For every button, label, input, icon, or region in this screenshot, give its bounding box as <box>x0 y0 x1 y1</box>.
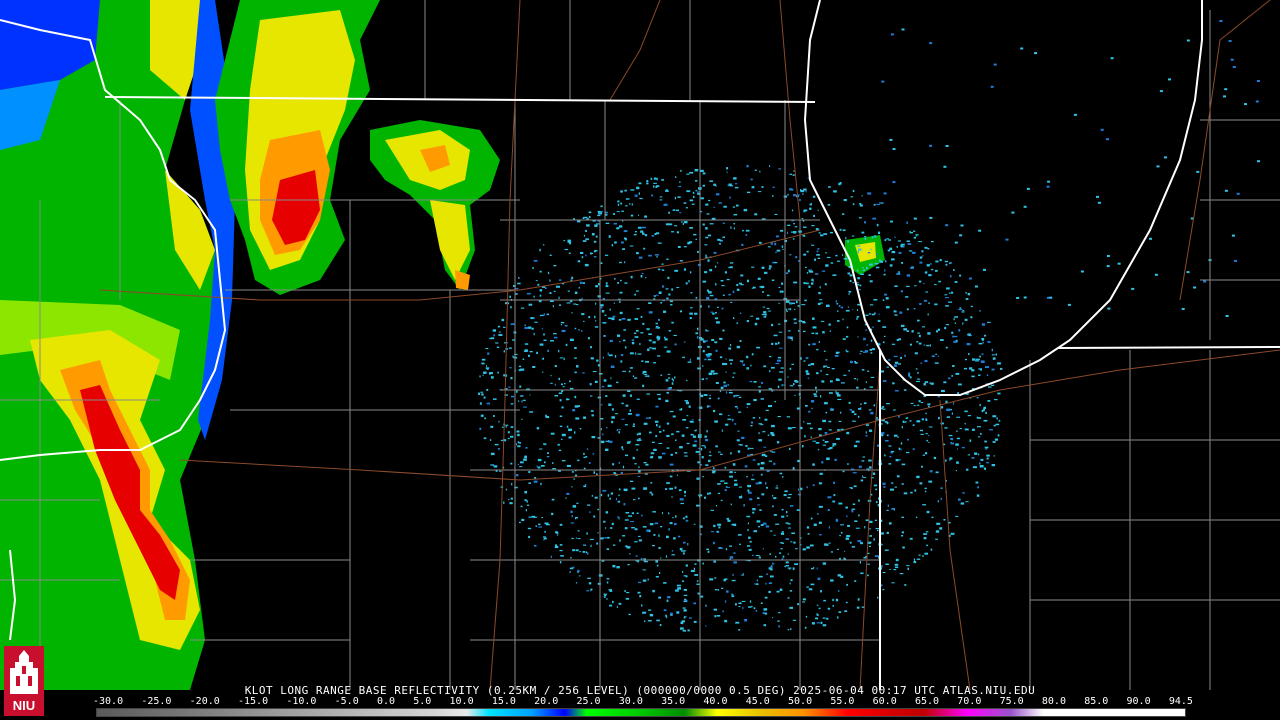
scale-label: 35.0 <box>661 696 686 707</box>
scale-label: 30.0 <box>618 696 643 707</box>
scale-label: -10.0 <box>286 696 317 707</box>
scale-label: 94.5 <box>1168 696 1193 707</box>
scale-label: 55.0 <box>830 696 855 707</box>
scale-label: 5.0 <box>413 696 432 707</box>
scale-label: -15.0 <box>237 696 269 707</box>
scale-label: 75.0 <box>999 696 1024 707</box>
scale-label: 15.0 <box>491 696 516 707</box>
scale-label: 25.0 <box>576 696 601 707</box>
scale-label: 85.0 <box>1084 696 1109 707</box>
dbz-color-bar <box>96 708 1186 717</box>
scale-label: 0.0 <box>376 696 396 707</box>
scale-label: 60.0 <box>872 696 897 707</box>
scale-label: -25.0 <box>141 696 172 707</box>
scale-label: 50.0 <box>788 696 813 707</box>
scale-label: 40.0 <box>703 696 728 707</box>
scale-label: 20.0 <box>534 696 559 707</box>
scale-label: 45.0 <box>745 696 770 707</box>
niu-logo: NIU <box>4 646 44 716</box>
scale-label: 70.0 <box>957 696 982 707</box>
scale-label: -5.0 <box>334 696 359 707</box>
scale-label: 80.0 <box>1041 696 1066 707</box>
dbz-scale-labels: -30.0 -25.0 -20.0 -15.0 -10.0 -5.0 0.0 5.0 10.0 1… <box>93 697 1193 707</box>
scale-label: -20.0 <box>189 696 220 707</box>
scale-label: 65.0 <box>914 696 940 707</box>
radar-map <box>0 0 1280 720</box>
scale-label: 90.0 <box>1126 696 1151 707</box>
niu-logo-text: NIU <box>13 698 35 713</box>
scale-label: 10.0 <box>449 696 474 707</box>
scale-label: -30.0 <box>93 696 124 707</box>
